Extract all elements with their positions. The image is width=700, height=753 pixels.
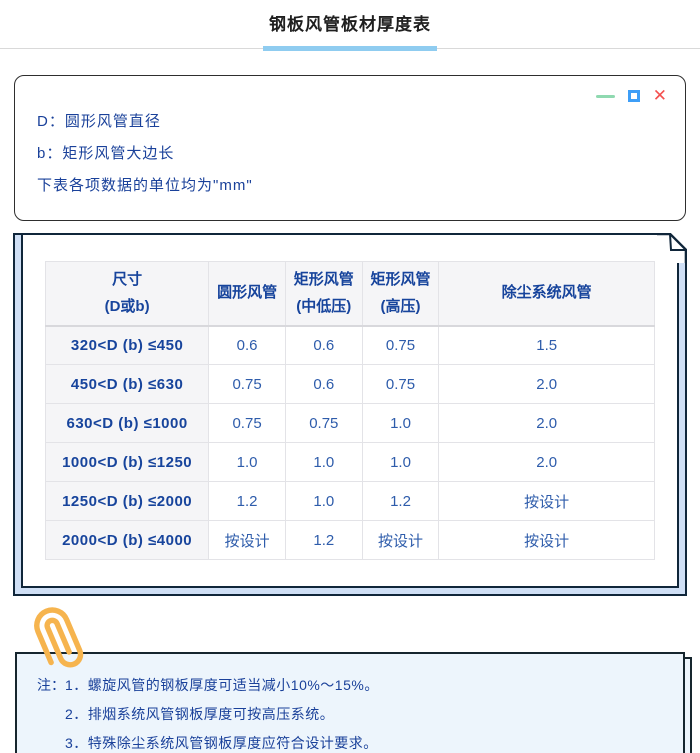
note-box: 注： 1．螺旋风管的钢板厚度可适当减小10%～15%。 2．排烟系统风管钢板厚度… <box>15 652 685 753</box>
window-controls: ✕ <box>596 90 667 102</box>
row-label: 1250<D (b) ≤2000 <box>46 482 209 521</box>
cell-value: 按设计 <box>439 482 655 521</box>
row-label: 320<D (b) ≤450 <box>46 326 209 365</box>
table-row: 1000<D (b) ≤1250 1.0 1.0 1.0 2.0 <box>46 443 655 482</box>
note-item-2: 2．排烟系统风管钢板厚度可按高压系统。 <box>65 700 379 729</box>
cell-value: 按设计 <box>362 521 439 560</box>
table-row: 320<D (b) ≤450 0.6 0.6 0.75 1.5 <box>46 326 655 365</box>
cell-value: 1.0 <box>362 404 439 443</box>
folded-corner-icon <box>657 233 687 263</box>
cell-value: 1.2 <box>285 521 362 560</box>
cell-value: 0.6 <box>285 326 362 365</box>
info-box: ✕ D：圆形风管直径 b：矩形风管大边长 下表各项数据的单位均为"mm" <box>14 75 686 221</box>
page-title: 钢板风管板材厚度表 <box>0 10 700 35</box>
table-paper: 尺寸 (D或b) 圆形风管 矩形风管 (中低压) 矩形风管 (高压) <box>13 233 687 596</box>
cell-value: 1.2 <box>362 482 439 521</box>
col-header-size: 尺寸 (D或b) <box>46 262 209 326</box>
cell-value: 2.0 <box>439 365 655 404</box>
paperclip-icon <box>27 606 89 672</box>
minimize-icon[interactable] <box>596 95 615 98</box>
cell-value: 0.75 <box>209 365 286 404</box>
table-row: 2000<D (b) ≤4000 按设计 1.2 按设计 按设计 <box>46 521 655 560</box>
col-header-rect-duct-high: 矩形风管 (高压) <box>362 262 439 326</box>
cell-value: 0.6 <box>209 326 286 365</box>
note-item-3: 3．特殊除尘系统风管钢板厚度应符合设计要求。 <box>65 729 379 753</box>
cell-value: 按设计 <box>439 521 655 560</box>
cell-value: 0.75 <box>209 404 286 443</box>
col-header-dust-system: 除尘系统风管 <box>439 262 655 326</box>
col-header-round-duct: 圆形风管 <box>209 262 286 326</box>
note-item-1: 1．螺旋风管的钢板厚度可适当减小10%～15%。 <box>65 671 379 700</box>
row-label: 630<D (b) ≤1000 <box>46 404 209 443</box>
info-line-d: D：圆形风管直径 <box>37 106 663 138</box>
table-row: 450<D (b) ≤630 0.75 0.6 0.75 2.0 <box>46 365 655 404</box>
cell-value: 0.6 <box>285 365 362 404</box>
cell-value: 1.5 <box>439 326 655 365</box>
row-label: 2000<D (b) ≤4000 <box>46 521 209 560</box>
table-row: 1250<D (b) ≤2000 1.2 1.0 1.2 按设计 <box>46 482 655 521</box>
notes-section: 注： 1．螺旋风管的钢板厚度可适当减小10%～15%。 2．排烟系统风管钢板厚度… <box>15 652 685 753</box>
cell-value: 1.2 <box>209 482 286 521</box>
close-icon[interactable]: ✕ <box>653 90 667 102</box>
col-header-rect-duct-low: 矩形风管 (中低压) <box>285 262 362 326</box>
row-label: 1000<D (b) ≤1250 <box>46 443 209 482</box>
title-divider <box>0 46 700 52</box>
cell-value: 0.75 <box>362 326 439 365</box>
cell-value: 0.75 <box>285 404 362 443</box>
cell-value: 1.0 <box>285 443 362 482</box>
note-label: 注： <box>37 671 65 753</box>
thickness-table: 尺寸 (D或b) 圆形风管 矩形风管 (中低压) 矩形风管 (高压) <box>45 261 655 560</box>
maximize-icon[interactable] <box>628 90 640 102</box>
divider-accent <box>263 46 437 51</box>
paper-inner: 尺寸 (D或b) 圆形风管 矩形风管 (中低压) 矩形风管 (高压) <box>21 235 679 588</box>
note-list: 1．螺旋风管的钢板厚度可适当减小10%～15%。 2．排烟系统风管钢板厚度可按高… <box>65 671 379 753</box>
cell-value: 1.0 <box>285 482 362 521</box>
info-line-b: b：矩形风管大边长 <box>37 138 663 170</box>
table-row: 630<D (b) ≤1000 0.75 0.75 1.0 2.0 <box>46 404 655 443</box>
cell-value: 1.0 <box>209 443 286 482</box>
cell-value: 0.75 <box>362 365 439 404</box>
cell-value: 2.0 <box>439 443 655 482</box>
info-line-unit: 下表各项数据的单位均为"mm" <box>37 170 663 202</box>
cell-value: 1.0 <box>362 443 439 482</box>
row-label: 450<D (b) ≤630 <box>46 365 209 404</box>
cell-value: 2.0 <box>439 404 655 443</box>
title-bar: 钢板风管板材厚度表 <box>0 0 700 35</box>
cell-value: 按设计 <box>209 521 286 560</box>
header-row: 尺寸 (D或b) 圆形风管 矩形风管 (中低压) 矩形风管 (高压) <box>46 262 655 326</box>
